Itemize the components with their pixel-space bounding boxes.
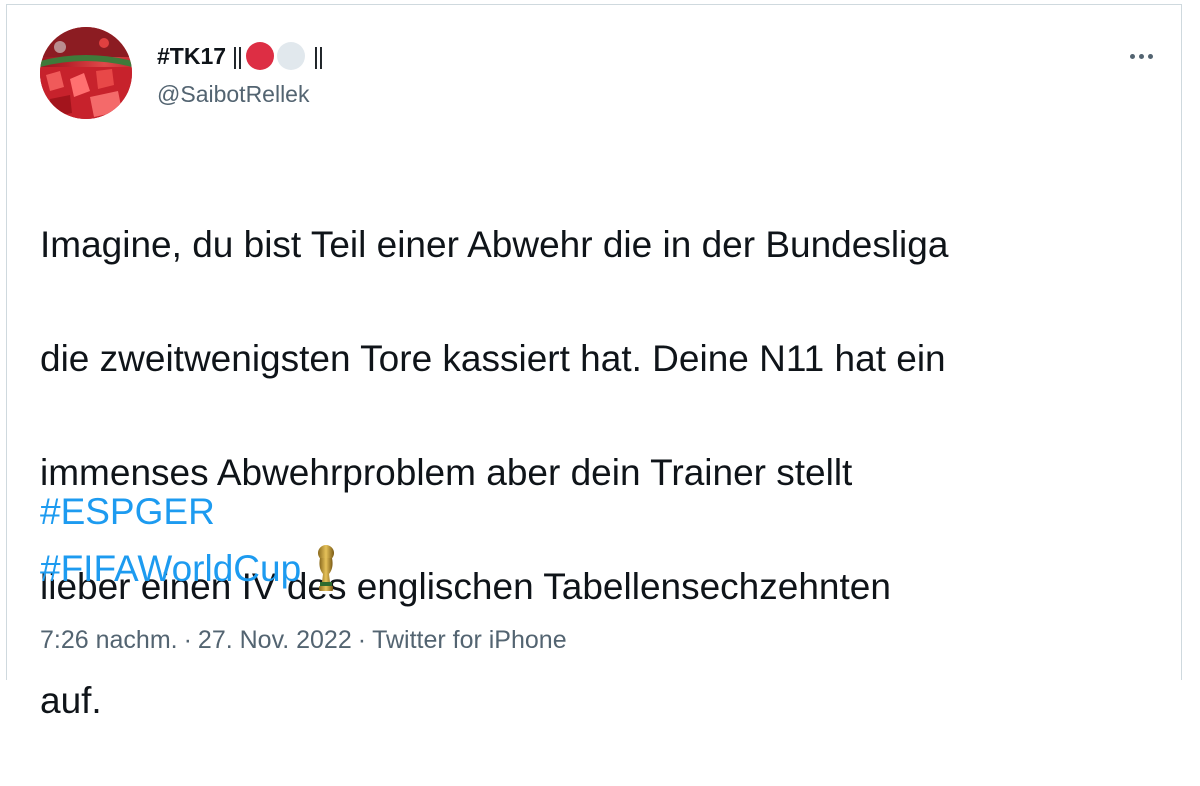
tweet-card: #TK17 || || @SaibotRellek Imagine, du bi…: [6, 4, 1182, 721]
hashtag-link[interactable]: #ESPGER: [40, 483, 339, 540]
more-options-button[interactable]: [1121, 41, 1161, 71]
white-circle-icon: [277, 42, 305, 70]
meta-separator: ·: [357, 626, 367, 654]
tweet-meta: 7:26 nachm. · 27. Nov. 2022 · Twitter fo…: [40, 626, 567, 655]
tweet-text: Imagine, du bist Teil einer Abwehr die i…: [40, 159, 1160, 786]
display-name[interactable]: #TK17: [157, 43, 226, 70]
red-circle-icon: [246, 42, 274, 70]
name-bars-end: ||: [313, 42, 324, 69]
tweet-text-line: Imagine, du bist Teil einer Abwehr die i…: [40, 224, 949, 265]
more-dots-icon: [1129, 53, 1135, 59]
hashtag-link[interactable]: #FIFAWorldCup: [40, 540, 301, 597]
tweet-date[interactable]: 27. Nov. 2022: [198, 626, 352, 655]
tweet-text-line: auf.: [40, 680, 102, 721]
more-dots-icon: [1138, 53, 1144, 59]
name-bars-start: ||: [232, 42, 243, 69]
avatar-image: [40, 27, 132, 119]
meta-separator: ·: [183, 626, 192, 654]
hashtag-row: #FIFAWorldCup: [40, 540, 339, 597]
tweet-text-line: die zweitwenigsten Tore kassiert hat. De…: [40, 338, 946, 379]
more-dots-icon: [1147, 53, 1153, 59]
author-handle[interactable]: @SaibotRellek: [157, 81, 309, 108]
hashtag-list: #ESPGER #FIFAWorldCup: [40, 483, 339, 597]
world-cup-trophy-icon: [318, 544, 335, 591]
tweet-source[interactable]: Twitter for iPhone: [372, 626, 567, 655]
avatar[interactable]: [40, 27, 132, 119]
tweet-time[interactable]: 7:26 nachm.: [40, 626, 178, 655]
author-name-row[interactable]: #TK17 || ||: [157, 39, 324, 73]
